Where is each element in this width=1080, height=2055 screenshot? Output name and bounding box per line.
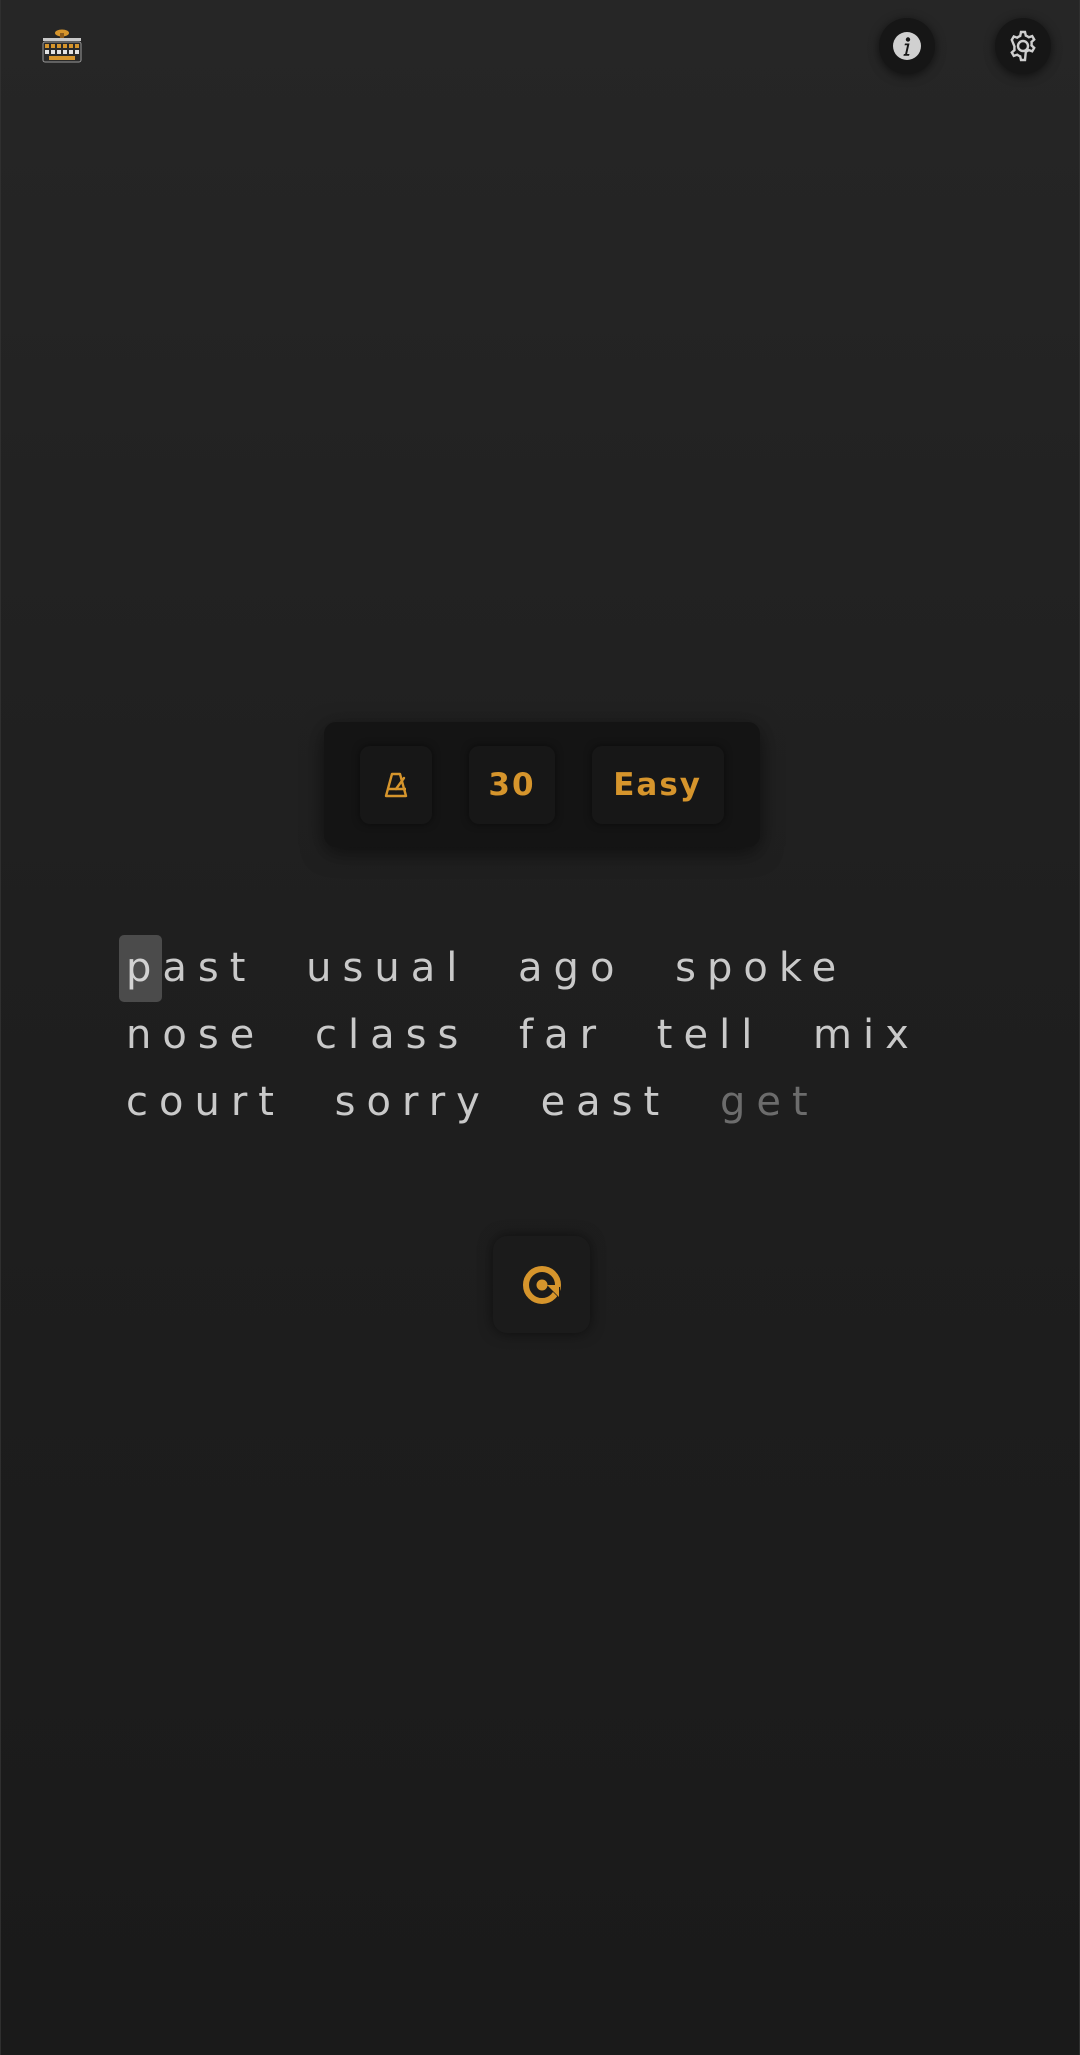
word-pending: get: [719, 1079, 819, 1125]
word-count-button[interactable]: 30: [468, 745, 555, 824]
metronome-button[interactable]: [360, 745, 433, 824]
mode-bar: 30 Easy: [324, 722, 760, 847]
word: spoke: [675, 945, 848, 991]
word: far: [519, 1012, 608, 1058]
word: usual: [306, 945, 469, 991]
difficulty-button[interactable]: Easy: [591, 745, 724, 824]
settings-button[interactable]: [995, 18, 1051, 74]
caret-letter: p: [119, 935, 163, 1002]
word: nose: [126, 1012, 266, 1058]
word: tell: [656, 1012, 764, 1058]
info-icon: [893, 32, 921, 60]
word-line: nose class far tell mix: [126, 1002, 986, 1069]
info-button[interactable]: [879, 18, 935, 74]
word: court: [126, 1079, 285, 1125]
metronome-icon: [385, 772, 408, 797]
restart-icon: [522, 1265, 561, 1304]
word-text: ast: [162, 945, 257, 991]
word-display[interactable]: past usual ago spoke nose class far tell…: [119, 935, 986, 1136]
typing-app: 30 Easy past usual ago spoke nose class …: [0, 0, 1080, 2055]
word: class: [315, 1012, 470, 1058]
word: ago: [518, 945, 626, 991]
word: east: [540, 1079, 671, 1125]
word-line: past usual ago spoke: [119, 935, 986, 1002]
word: past: [119, 935, 257, 1002]
gear-icon: [1010, 30, 1036, 62]
keyboard-logo-icon[interactable]: [41, 24, 83, 66]
restart-button[interactable]: [493, 1236, 590, 1333]
word: sorry: [334, 1079, 491, 1125]
word: mix: [813, 1012, 920, 1058]
word-line: court sorry east get: [126, 1069, 986, 1136]
